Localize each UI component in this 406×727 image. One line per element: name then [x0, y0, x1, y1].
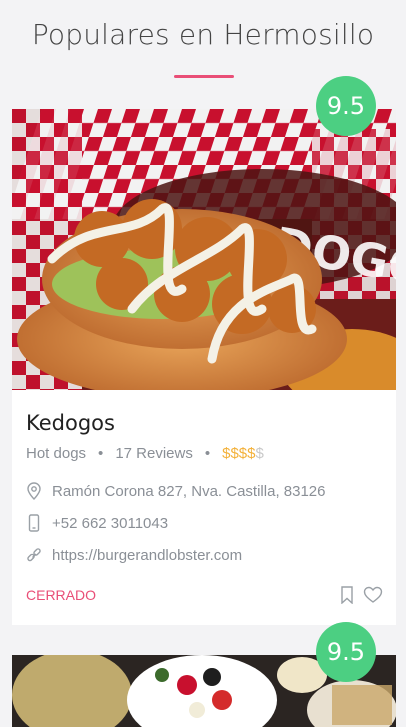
phone-icon [26, 514, 42, 532]
price-active: $$$$ [222, 445, 256, 462]
location-pin-icon [26, 482, 42, 500]
website-row[interactable]: https://burgerandlobster.com [26, 546, 242, 564]
restaurant-card[interactable]: DOGOS Kedogos Hot dogs • 17 Reviews • $$… [12, 109, 396, 625]
section-title: Populares en Hermosillo [31, 18, 375, 51]
bookmark-icon[interactable] [337, 586, 357, 605]
card-name[interactable]: Kedogos [26, 411, 115, 435]
price-inactive: $ [255, 445, 264, 462]
category-label: Hot dogs [26, 445, 87, 462]
phone-row[interactable]: +52 662 3011043 [26, 514, 168, 532]
reviews-count[interactable]: 17 Reviews [115, 445, 193, 462]
title-underline [174, 75, 234, 78]
rating-badge: 9.5 [316, 76, 376, 136]
separator-dot: • [98, 445, 104, 462]
phone-text[interactable]: +52 662 3011043 [52, 515, 168, 532]
restaurant-image[interactable]: DOGOS [12, 109, 396, 390]
heart-icon[interactable] [363, 586, 383, 604]
address-row: Ramón Corona 827, Nva. Castilla, 83126 [26, 482, 326, 500]
separator-dot: • [204, 445, 211, 462]
status-badge: CERRADO [26, 587, 97, 603]
link-icon [26, 546, 42, 564]
price-level: $$$$$ [222, 445, 264, 462]
card-meta: Hot dogs • 17 Reviews • $$$$$ [26, 445, 264, 462]
address-text: Ramón Corona 827, Nva. Castilla, 83126 [52, 482, 326, 500]
rating-badge: 9.5 [316, 622, 376, 682]
website-link[interactable]: https://burgerandlobster.com [52, 547, 242, 564]
